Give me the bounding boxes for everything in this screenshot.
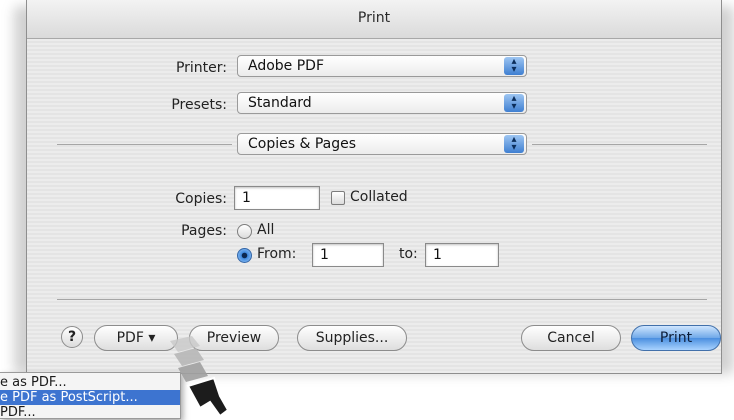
printer-label: Printer:: [175, 60, 227, 76]
collated-label: Collated: [350, 189, 408, 205]
panel-value: Copies & Pages: [248, 136, 357, 152]
presets-label: Presets:: [171, 97, 227, 113]
from-label: From:: [257, 246, 297, 262]
all-radio-label: All: [257, 222, 275, 238]
help-button[interactable]: ?: [61, 326, 83, 348]
title-bar: Print: [27, 0, 721, 39]
to-label: to:: [399, 246, 418, 262]
panel-popup[interactable]: Copies & Pages ▴ ▾: [237, 133, 527, 155]
cancel-button[interactable]: Cancel: [521, 325, 621, 351]
popup-arrows-icon: ▴ ▾: [504, 57, 524, 75]
print-button[interactable]: Print: [631, 325, 721, 351]
motion-cursor-icon: [170, 336, 230, 417]
presets-popup[interactable]: Standard ▴ ▾: [237, 92, 527, 114]
all-radio[interactable]: [237, 224, 252, 239]
window-title: Print: [357, 10, 391, 26]
divider-right: [532, 144, 707, 145]
printer-popup[interactable]: Adobe PDF ▴ ▾: [237, 55, 527, 77]
print-dialog: Print Printer: Adobe PDF ▴ ▾ Presets: Sta…: [26, 0, 722, 374]
copies-field[interactable]: 1: [234, 186, 320, 210]
popup-arrows-icon: ▴ ▾: [504, 94, 524, 112]
pages-label: Pages:: [181, 223, 227, 239]
from-radio[interactable]: [237, 248, 252, 263]
copies-label: Copies:: [175, 191, 227, 207]
presets-value: Standard: [248, 95, 312, 111]
to-field[interactable]: 1: [425, 243, 499, 267]
divider-left: [57, 144, 232, 145]
popup-arrows-icon: ▴ ▾: [504, 135, 524, 153]
from-field[interactable]: 1: [312, 243, 384, 267]
supplies-button[interactable]: Supplies...: [297, 325, 407, 351]
bottom-divider: [57, 299, 707, 300]
printer-value: Adobe PDF: [248, 58, 325, 74]
collated-checkbox[interactable]: [331, 191, 345, 205]
